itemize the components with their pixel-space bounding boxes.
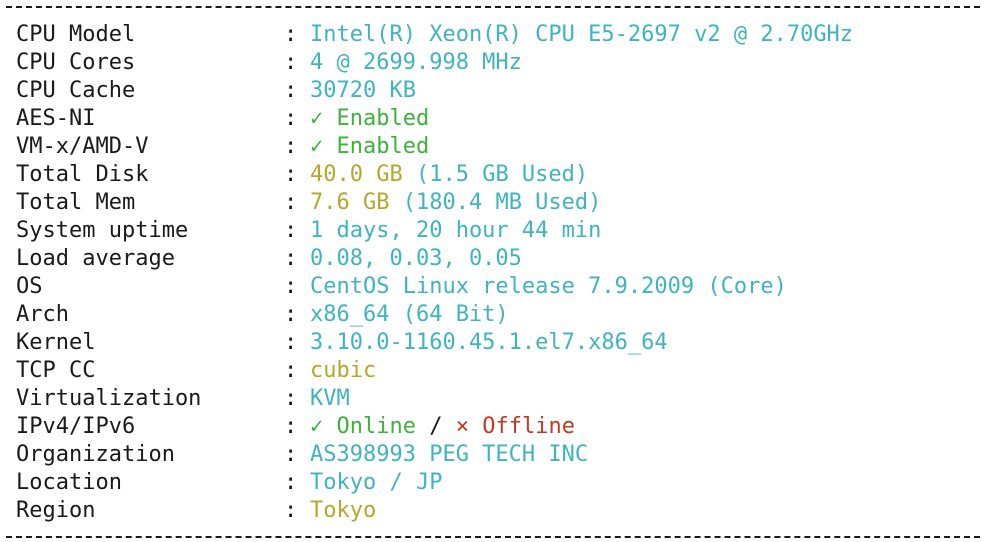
colon: : bbox=[284, 190, 298, 215]
total-mem-value: 7.6 GB bbox=[310, 190, 390, 215]
vmx-label: VM-x/AMD-V bbox=[16, 134, 149, 159]
row-cpu-cores: CPU Cores : 4 @ 2699.998 MHz bbox=[16, 49, 986, 77]
check-icon: ✓ bbox=[310, 134, 324, 159]
location-value: Tokyo / JP bbox=[310, 470, 443, 495]
colon: : bbox=[284, 442, 298, 467]
row-arch: Arch : x86_64 (64 Bit) bbox=[16, 301, 986, 329]
row-kernel: Kernel : 3.10.0-1160.45.1.el7.x86_64 bbox=[16, 329, 986, 357]
uptime-label: System uptime bbox=[16, 218, 189, 243]
arch-label: Arch bbox=[16, 302, 69, 327]
colon: : bbox=[284, 162, 298, 187]
load-average-value: 0.08, 0.03, 0.05 bbox=[310, 246, 522, 271]
ipv6-status-text: Offline bbox=[482, 414, 575, 439]
check-icon: ✓ bbox=[310, 414, 324, 439]
colon: : bbox=[284, 386, 298, 411]
region-label: Region bbox=[16, 498, 96, 523]
colon: : bbox=[284, 414, 298, 439]
total-mem-used: (180.4 MB Used) bbox=[402, 190, 602, 215]
colon: : bbox=[284, 106, 298, 131]
kernel-value: 3.10.0-1160.45.1.el7.x86_64 bbox=[310, 330, 668, 355]
separator-top bbox=[6, 6, 980, 8]
separator-bottom bbox=[6, 536, 980, 538]
system-info-list: CPU Model : Intel(R) Xeon(R) CPU E5-2697… bbox=[16, 21, 986, 525]
cpu-model-label: CPU Model bbox=[16, 22, 136, 47]
total-disk-label: Total Disk bbox=[16, 162, 149, 187]
check-icon: ✓ bbox=[310, 106, 324, 131]
cpu-cache-label: CPU Cache bbox=[16, 78, 136, 103]
colon: : bbox=[284, 358, 298, 383]
organization-label: Organization bbox=[16, 442, 175, 467]
ip-divider: / bbox=[429, 414, 443, 439]
total-disk-value: 40.0 GB bbox=[310, 162, 403, 187]
tcp-cc-value: cubic bbox=[310, 358, 377, 383]
virtualization-value: KVM bbox=[310, 386, 350, 411]
terminal-output: CPU Model : Intel(R) Xeon(R) CPU E5-2697… bbox=[0, 0, 1008, 542]
row-region: Region : Tokyo bbox=[16, 497, 986, 525]
kernel-label: Kernel bbox=[16, 330, 96, 355]
colon: : bbox=[284, 330, 298, 355]
row-uptime: System uptime : 1 days, 20 hour 44 min bbox=[16, 217, 986, 245]
colon: : bbox=[284, 302, 298, 327]
load-average-label: Load average bbox=[16, 246, 175, 271]
total-mem-label: Total Mem bbox=[16, 190, 136, 215]
location-label: Location bbox=[16, 470, 122, 495]
total-disk-used: (1.5 GB Used) bbox=[415, 162, 589, 187]
aes-ni-value: Enabled bbox=[336, 106, 430, 131]
colon: : bbox=[284, 218, 298, 243]
colon: : bbox=[284, 470, 298, 495]
aes-ni-status: ✓ Enabled bbox=[310, 105, 429, 133]
row-total-disk: Total Disk : 40.0 GB (1.5 GB Used) bbox=[16, 161, 986, 189]
region-value: Tokyo bbox=[310, 498, 377, 523]
uptime-value: 1 days, 20 hour 44 min bbox=[310, 218, 602, 243]
row-location: Location : Tokyo / JP bbox=[16, 469, 986, 497]
vmx-value: Enabled bbox=[336, 134, 430, 159]
cpu-model-value: Intel(R) Xeon(R) CPU E5-2697 v2 @ 2.70GH… bbox=[310, 22, 854, 47]
row-ip: IPv4/IPv6 : ✓ Online / × Offline bbox=[16, 413, 986, 441]
row-cpu-cache: CPU Cache : 30720 KB bbox=[16, 77, 986, 105]
cpu-cores-label: CPU Cores bbox=[16, 50, 136, 75]
ipv4-status: ✓ Online bbox=[310, 413, 416, 441]
row-cpu-model: CPU Model : Intel(R) Xeon(R) CPU E5-2697… bbox=[16, 21, 986, 49]
arch-value: x86_64 (64 Bit) bbox=[310, 302, 509, 327]
vmx-status: ✓ Enabled bbox=[310, 133, 429, 161]
tcp-cc-label: TCP CC bbox=[16, 358, 96, 383]
colon: : bbox=[284, 50, 298, 75]
os-label: OS bbox=[16, 274, 43, 299]
row-organization: Organization : AS398993 PEG TECH INC bbox=[16, 441, 986, 469]
cpu-cores-value: 4 @ 2699.998 MHz bbox=[310, 50, 522, 75]
ipv4-status-text: Online bbox=[336, 414, 416, 439]
ipv6-status: × Offline bbox=[456, 413, 575, 441]
colon: : bbox=[284, 134, 298, 159]
row-load-average: Load average : 0.08, 0.03, 0.05 bbox=[16, 245, 986, 273]
organization-value: AS398993 PEG TECH INC bbox=[310, 442, 589, 467]
colon: : bbox=[284, 498, 298, 523]
row-tcp-cc: TCP CC : cubic bbox=[16, 357, 986, 385]
colon: : bbox=[284, 274, 298, 299]
row-virtualization: Virtualization : KVM bbox=[16, 385, 986, 413]
aes-ni-label: AES-NI bbox=[16, 106, 96, 131]
virtualization-label: Virtualization bbox=[16, 386, 202, 411]
row-total-mem: Total Mem : 7.6 GB (180.4 MB Used) bbox=[16, 189, 986, 217]
colon: : bbox=[284, 22, 298, 47]
os-value: CentOS Linux release 7.9.2009 (Core) bbox=[310, 274, 787, 299]
ip-label: IPv4/IPv6 bbox=[16, 414, 136, 439]
cpu-cache-value: 30720 KB bbox=[310, 78, 416, 103]
row-vmx: VM-x/AMD-V : ✓ Enabled bbox=[16, 133, 986, 161]
cross-icon: × bbox=[455, 414, 469, 439]
row-aes-ni: AES-NI : ✓ Enabled bbox=[16, 105, 986, 133]
colon: : bbox=[284, 246, 298, 271]
row-os: OS : CentOS Linux release 7.9.2009 (Core… bbox=[16, 273, 986, 301]
colon: : bbox=[284, 78, 298, 103]
